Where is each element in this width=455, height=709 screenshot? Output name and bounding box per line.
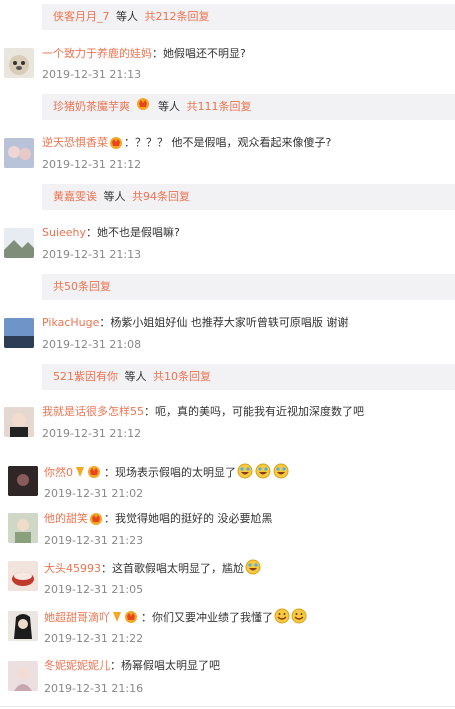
avatar[interactable] xyxy=(4,138,34,168)
avatar[interactable] xyxy=(8,611,38,641)
comment-text: ：杨幂假唱太明显了吧 xyxy=(110,659,220,672)
laugh-cry-emoji-icon xyxy=(245,559,261,580)
reply-mid-text: 等人 xyxy=(158,100,180,113)
avatar[interactable] xyxy=(4,407,34,437)
avatar-image xyxy=(4,228,34,258)
avatar-image xyxy=(4,407,34,437)
comment-text: ：杨紫小姐姐好仙 也推荐大家听曾轶可原唱版 谢谢 xyxy=(99,316,349,329)
avatar-image xyxy=(4,138,34,168)
comment-username[interactable]: 我就是话很多怎样55 xyxy=(42,405,144,418)
comment-text: ：呃，真的美吗，可能我有近视加深度数了吧 xyxy=(144,405,364,418)
comment-username[interactable]: PikacHuge xyxy=(42,316,99,329)
comment-text: ：？？？ 他不是假唱，观众看起来像傻子? xyxy=(124,136,332,149)
comment-text: ：我觉得她唱的挺好的 没必要尬黑 xyxy=(104,512,273,525)
reply-user-link[interactable]: 珍猪奶茶魔芋爽 xyxy=(53,100,130,113)
avatar[interactable] xyxy=(4,228,34,258)
laugh-cry-emoji-icon xyxy=(237,463,291,484)
avatar-image xyxy=(8,466,38,496)
reply-user-link[interactable]: 521紫因有你 xyxy=(53,370,118,383)
reply-user-link[interactable]: 黄嘉雯诶 xyxy=(53,190,97,203)
avatar-image xyxy=(9,55,29,75)
comment-username[interactable]: 他的甜笑 xyxy=(44,512,88,525)
avatar-image xyxy=(4,318,34,348)
vip-badge-icon xyxy=(111,610,141,629)
reply-count-link[interactable]: 共50条回复 xyxy=(53,280,111,293)
comment-content: 他的甜笑 ：我觉得她唱的挺好的 没必要尬黑 xyxy=(44,511,273,530)
divider xyxy=(0,706,455,707)
comment-content: PikacHuge：杨紫小姐姐好仙 也推荐大家听曾轶可原唱版 谢谢 xyxy=(42,315,348,331)
comment-text: ：这首歌假唱太明显了，尴尬 xyxy=(101,562,244,575)
avatar-image xyxy=(8,513,38,543)
reply-mid-text: 等人 xyxy=(103,190,126,203)
comment-time: 2019-12-31 21:05 xyxy=(44,583,144,596)
reply-mid-text: 等人 xyxy=(124,370,147,383)
reply-count-link[interactable]: 共111条回复 xyxy=(187,100,252,113)
comment-time: 2019-12-31 21:12 xyxy=(42,158,142,171)
comment-username[interactable]: 你然0 xyxy=(44,466,73,479)
comment-time: 2019-12-31 21:16 xyxy=(44,682,144,695)
avatar-image xyxy=(8,561,38,591)
reply-summary-bar[interactable]: 521紫因有你 等人 共10条回复 xyxy=(42,364,455,390)
comment-content: 冬妮妮妮妮儿：杨幂假唱太明显了吧 xyxy=(44,658,220,674)
reply-summary-bar[interactable]: 珍猪奶茶魔芋爽 等人 共111条回复 xyxy=(42,94,455,120)
comment-content: 你然0 ：现场表示假唱的太明显了 xyxy=(44,463,291,484)
comment-username[interactable]: 一个致力于养鹿的娃妈 xyxy=(42,47,152,60)
comment-username[interactable]: 大头45993 xyxy=(44,562,101,575)
comment-content: 她超甜哥滴吖 ：你们又要冲业绩了我懂了 xyxy=(44,608,308,629)
reply-user-link[interactable]: 侠客月月_7 xyxy=(53,10,110,23)
reply-summary-bar[interactable]: 共50条回复 xyxy=(42,274,455,300)
reply-summary-bar[interactable]: 黄嘉雯诶 等人 共94条回复 xyxy=(42,184,455,210)
comment-time: 2019-12-31 21:22 xyxy=(44,632,144,645)
reply-count-link[interactable]: 共94条回复 xyxy=(132,190,190,203)
comment-username[interactable]: Suieehy xyxy=(42,226,86,239)
comment-content: 大头45993：这首歌假唱太明显了，尴尬 xyxy=(44,559,261,580)
comment-time: 2019-12-31 21:02 xyxy=(44,487,144,500)
comment-content: 逆天恐惧香菜 ：？？？ 他不是假唱，观众看起来像傻子? xyxy=(42,135,331,154)
comment-time: 2019-12-31 21:23 xyxy=(44,534,144,547)
avatar[interactable] xyxy=(8,561,38,591)
avatar[interactable] xyxy=(8,466,38,496)
comment-text: ：现场表示假唱的太明显了 xyxy=(104,466,236,479)
avatar-image xyxy=(8,611,38,641)
avatar[interactable] xyxy=(8,661,38,691)
comment-time: 2019-12-31 21:12 xyxy=(42,427,142,440)
reply-summary-bar[interactable]: 侠客月月_7 等人 共212条回复 xyxy=(42,4,455,30)
comment-time: 2019-12-31 21:13 xyxy=(42,248,142,261)
comment-time: 2019-12-31 21:08 xyxy=(42,338,142,351)
comment-text: ：你们又要冲业绩了我懂了 xyxy=(141,611,273,624)
comment-username[interactable]: 冬妮妮妮妮儿 xyxy=(44,659,110,672)
comment-content: 一个致力于养鹿的娃妈：她假唱还不明显? xyxy=(42,46,246,62)
avatar-image xyxy=(8,661,38,691)
avatar[interactable] xyxy=(8,513,38,543)
comment-feed: 侠客月月_7 等人 共212条回复 一个致力于养鹿的娃妈：她假唱还不明显? 20… xyxy=(0,0,455,709)
vip-badge-icon xyxy=(74,465,104,484)
reply-count-link[interactable]: 共10条回复 xyxy=(153,370,211,383)
reply-count-link[interactable]: 共212条回复 xyxy=(145,10,210,23)
comment-time: 2019-12-31 21:13 xyxy=(42,68,142,81)
smile-emoji-icon xyxy=(274,608,308,629)
comment-username[interactable]: 她超甜哥滴吖 xyxy=(44,611,110,624)
reply-mid-text: 等人 xyxy=(116,10,138,23)
comment-username[interactable]: 逆天恐惧香菜 xyxy=(42,136,108,149)
avatar[interactable] xyxy=(4,48,34,78)
comment-text: ：她假唱还不明显? xyxy=(152,47,246,60)
comment-content: 我就是话很多怎样55：呃，真的美吗，可能我有近视加深度数了吧 xyxy=(42,404,364,420)
avatar[interactable] xyxy=(4,318,34,348)
member-badge-icon xyxy=(109,136,124,154)
comment-content: Suieehy：她不也是假唱嘛? xyxy=(42,225,180,241)
member-badge-icon xyxy=(89,512,104,530)
comment-text: ：她不也是假唱嘛? xyxy=(86,226,180,239)
member-badge-icon xyxy=(136,94,150,120)
